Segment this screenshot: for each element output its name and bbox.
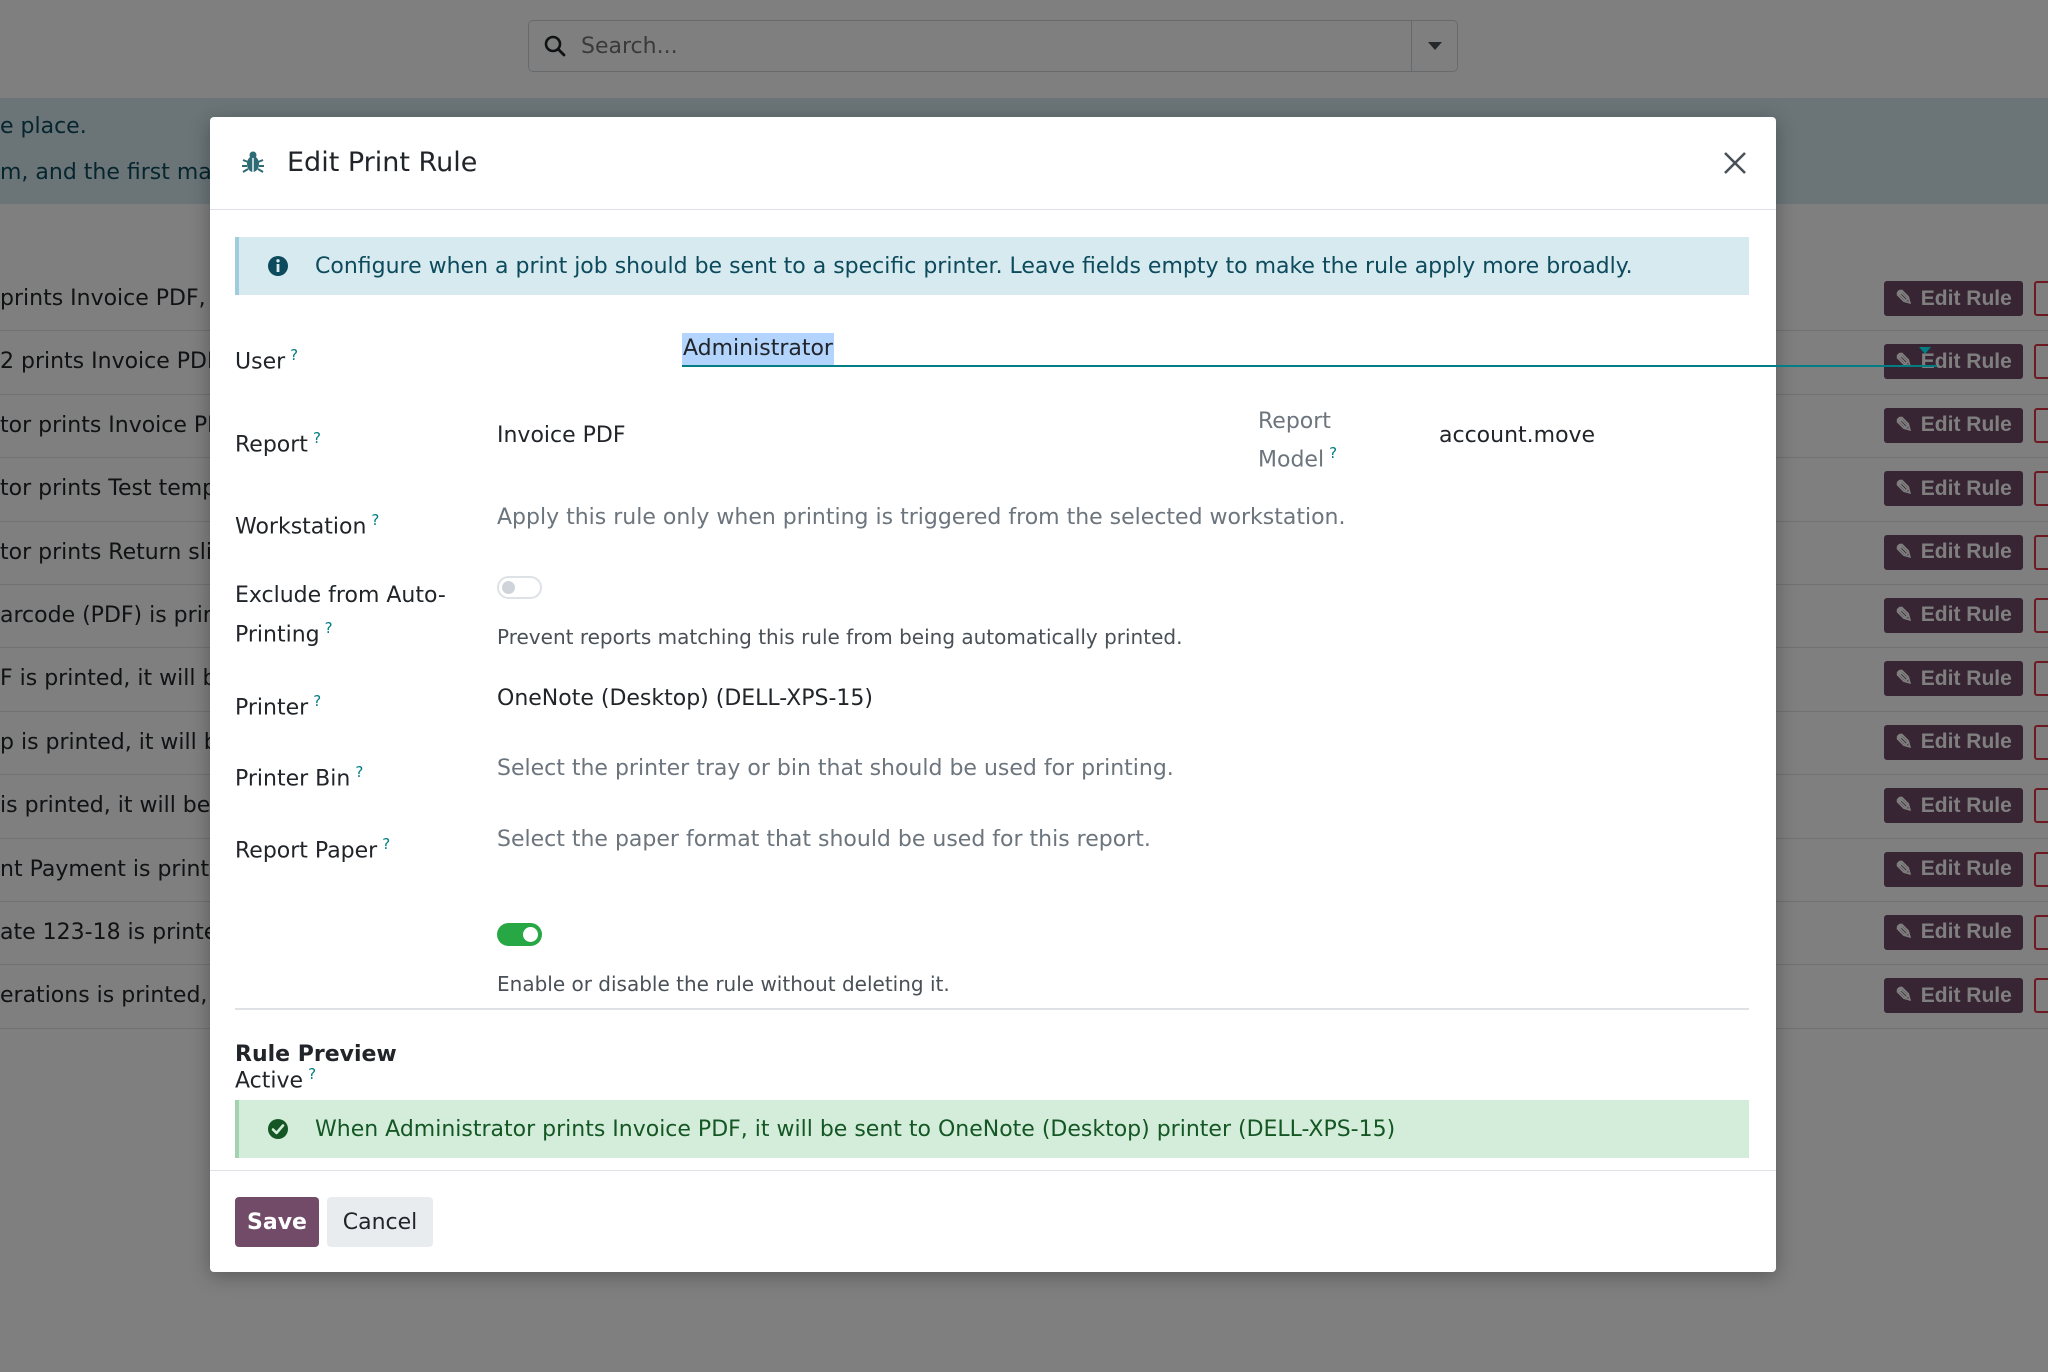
caret-down-icon[interactable] (1919, 347, 1931, 354)
info-circle-icon (267, 255, 289, 277)
help-tooltip-icon[interactable]: ? (313, 429, 321, 447)
section-divider (235, 1008, 1749, 1010)
help-tooltip-icon[interactable]: ? (355, 763, 363, 781)
edit-print-rule-dialog: Edit Print Rule Configure when a print j… (210, 117, 1937, 1272)
user-input-value[interactable]: Administrator (682, 333, 834, 365)
dialog-title: Edit Print Rule (287, 147, 478, 178)
exclude-auto-print-label-line: Exclude from Auto- (235, 583, 446, 608)
cancel-button[interactable]: Cancel (327, 1197, 433, 1247)
active-hint: Enable or disable the rule without delet… (497, 972, 950, 996)
exclude-auto-print-toggle[interactable] (497, 576, 542, 599)
exclude-auto-print-hint: Prevent reports matching this rule from … (497, 625, 1183, 649)
printer-bin-label: Printer Bin? (235, 763, 364, 792)
active-toggle[interactable] (497, 923, 542, 946)
report-value: Invoice PDF (497, 423, 626, 448)
help-tooltip-icon[interactable]: ? (371, 511, 379, 529)
save-button[interactable]: Save (235, 1197, 319, 1247)
workstation-field[interactable]: Apply this rule only when printing is tr… (497, 505, 1345, 530)
close-icon[interactable] (1720, 148, 1750, 178)
rule-preview-text: When Administrator prints Invoice PDF, i… (315, 1116, 1396, 1142)
report-label: Report? (235, 429, 321, 458)
help-tooltip-icon[interactable]: ? (382, 835, 390, 853)
dialog-header: Edit Print Rule (210, 117, 1776, 210)
user-field[interactable]: Administrator (682, 333, 1937, 367)
workstation-label: Workstation? (235, 511, 380, 540)
help-tooltip-icon[interactable]: ? (308, 1065, 316, 1083)
help-tooltip-icon[interactable]: ? (325, 619, 333, 637)
report-paper-label: Report Paper? (235, 835, 391, 864)
toggle-knob (523, 927, 538, 942)
rule-preview-alert: When Administrator prints Invoice PDF, i… (235, 1100, 1749, 1158)
printer-bin-field[interactable]: Select the printer tray or bin that shou… (497, 756, 1174, 781)
printer-label: Printer? (235, 692, 322, 721)
printer-field[interactable]: OneNote (Desktop) (DELL-XPS-15) (497, 686, 873, 711)
rule-preview-title: Rule Preview (235, 1042, 397, 1067)
toggle-knob (502, 581, 515, 594)
help-tooltip-icon[interactable]: ? (290, 346, 298, 364)
dialog-footer: Save Cancel (210, 1170, 1776, 1272)
info-alert-text: Configure when a print job should be sen… (315, 253, 1633, 279)
exclude-auto-print-label: Printing? (235, 619, 333, 648)
report-model-label-line: Report (1258, 409, 1331, 434)
check-circle-icon (267, 1118, 289, 1140)
bug-icon (240, 149, 266, 181)
help-tooltip-icon[interactable]: ? (313, 692, 321, 710)
help-tooltip-icon[interactable]: ? (1329, 444, 1337, 462)
report-model-label: Model? (1258, 444, 1338, 473)
user-label: User? (235, 346, 299, 375)
report-paper-field[interactable]: Select the paper format that should be u… (497, 827, 1151, 852)
report-model-value: account.move (1439, 423, 1596, 448)
info-alert: Configure when a print job should be sen… (235, 237, 1749, 295)
